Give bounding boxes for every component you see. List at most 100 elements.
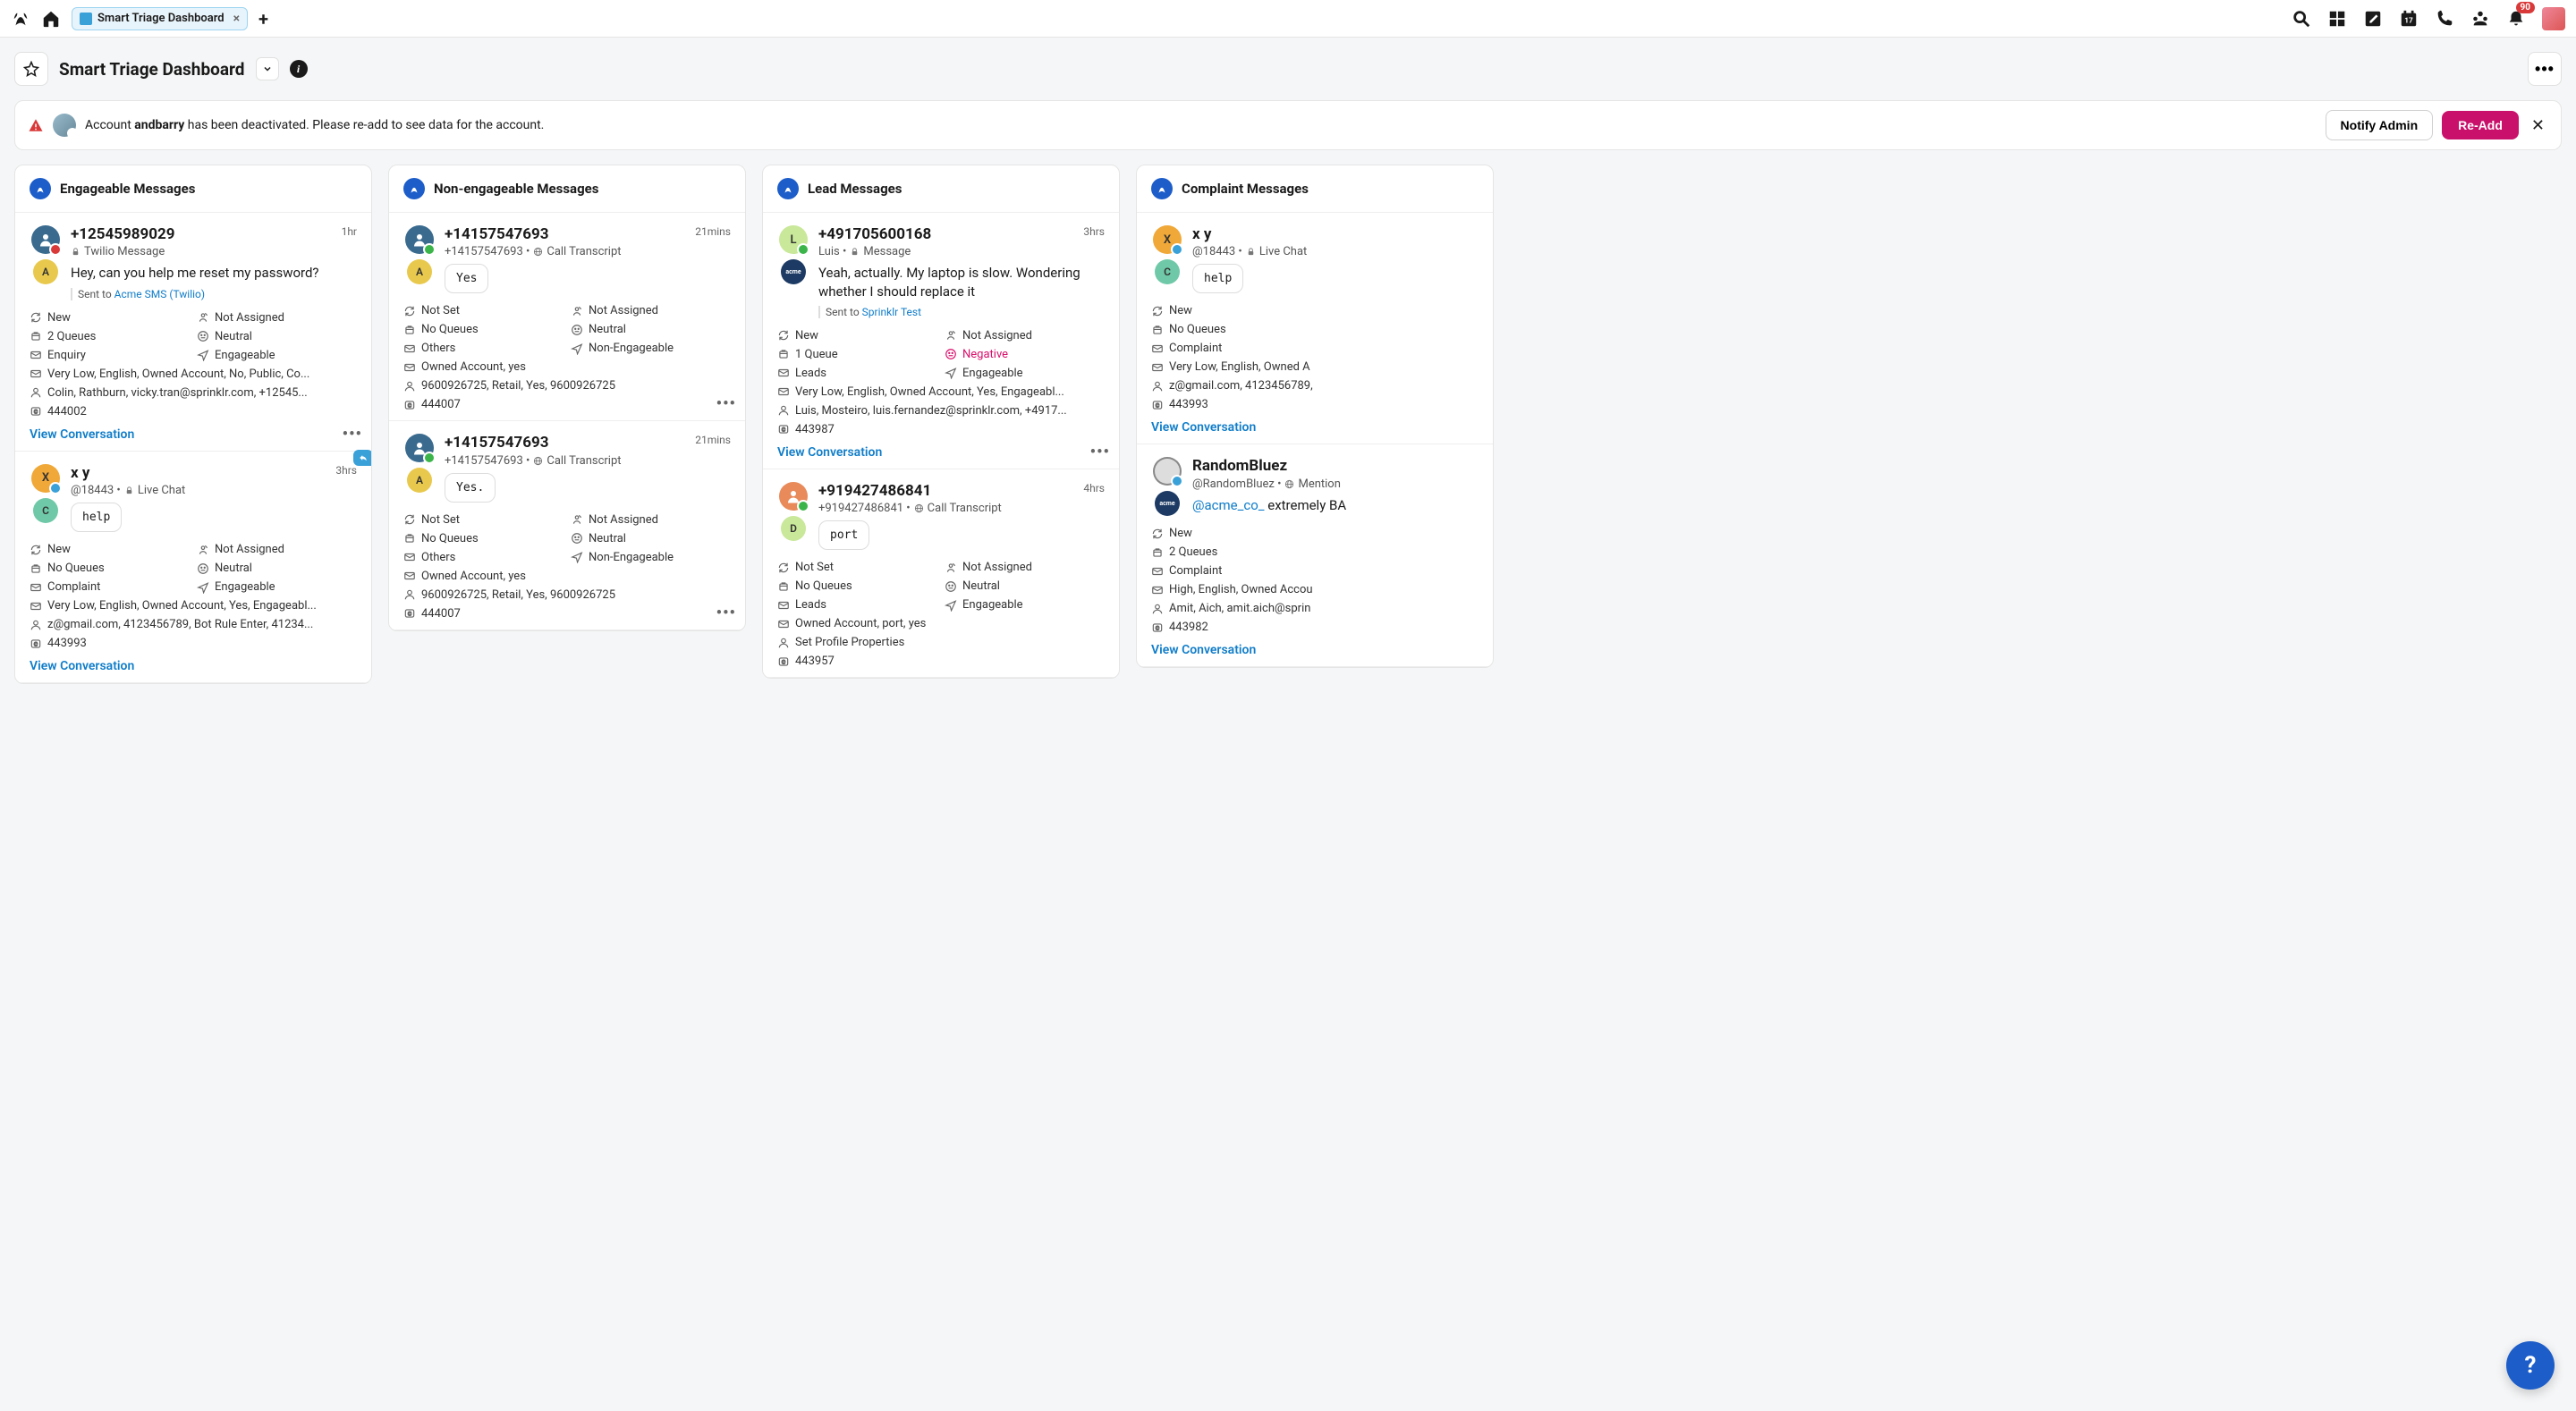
globe-icon: [533, 247, 543, 257]
meta-icon: [571, 305, 583, 317]
avatar: acme: [1155, 491, 1180, 516]
favorite-button[interactable]: [14, 52, 48, 86]
message-card[interactable]: A +14157547693 21mins +14157547693 • Cal…: [389, 213, 745, 421]
meta-icon: C: [30, 405, 42, 418]
column: Complaint Messages XC x y @18443 • Live …: [1136, 165, 1494, 668]
avatar: X: [1153, 225, 1182, 254]
meta-icon: [777, 637, 790, 649]
meta-icon: [1151, 565, 1164, 578]
view-conversation-link[interactable]: View Conversation: [1151, 420, 1256, 435]
view-conversation-link[interactable]: View Conversation: [30, 659, 134, 673]
avatar: A: [33, 259, 58, 284]
message-card[interactable]: XC x y 3hrs @18443 • Live Chat help NewN…: [15, 452, 371, 683]
message-text: @acme_co_ extremely BA: [1192, 496, 1479, 514]
message-card[interactable]: Lacme +491705600168 3hrs Luis • Message …: [763, 213, 1119, 469]
meta-icon: [403, 551, 416, 563]
view-conversation-link[interactable]: View Conversation: [30, 427, 134, 442]
meta-item: New: [1151, 527, 1479, 540]
meta-item: Very Low, English, Owned Account, Yes, E…: [777, 385, 1105, 399]
svg-text:C: C: [34, 640, 38, 647]
readd-button[interactable]: Re-Add: [2442, 111, 2519, 139]
compose-icon[interactable]: [2363, 9, 2383, 29]
lock-icon: [850, 247, 860, 257]
meta-item: No Queues: [1151, 323, 1479, 336]
message-card[interactable]: acme RandomBluez @RandomBluez • Mention …: [1137, 444, 1493, 667]
avatar: L: [779, 225, 808, 254]
avatar: D: [781, 516, 806, 541]
user-avatar[interactable]: [2542, 7, 2565, 30]
team-icon[interactable]: [2470, 9, 2490, 29]
card-more-icon[interactable]: •••: [343, 425, 362, 444]
help-fab[interactable]: ?: [2506, 1341, 2555, 1390]
meta-icon: [1151, 305, 1164, 317]
message-card[interactable]: A +14157547693 21mins +14157547693 • Cal…: [389, 421, 745, 629]
meta-icon: C: [777, 423, 790, 435]
meta-item: New: [30, 543, 190, 556]
kanban-board: Engageable Messages A +12545989029 1hr T…: [0, 165, 2576, 698]
meta-icon: [777, 367, 790, 379]
card-title: +919427486841: [818, 482, 931, 500]
meta-icon: [30, 368, 42, 380]
card-title: +491705600168: [818, 225, 931, 243]
card-more-icon[interactable]: •••: [1090, 443, 1110, 461]
card-subtitle: +919427486841 • Call Transcript: [818, 502, 1105, 515]
meta-grid: NewNot AssignedNo QueuesNeutralComplaint…: [30, 543, 357, 650]
meta-item: Not Assigned: [197, 543, 357, 556]
sent-to-link[interactable]: Acme SMS (Twilio): [114, 288, 205, 300]
alert-close-icon[interactable]: ✕: [2528, 113, 2548, 139]
title-dropdown[interactable]: [256, 57, 279, 80]
phone-icon[interactable]: [2435, 9, 2454, 29]
card-time: 21mins: [695, 225, 731, 238]
meta-item: Very Low, English, Owned Account, Yes, E…: [30, 599, 357, 613]
meta-grid: NewNot Assigned2 QueuesNeutralEnquiryEng…: [30, 311, 357, 418]
meta-icon: C: [1151, 621, 1164, 634]
meta-icon: [30, 386, 42, 399]
mention-link[interactable]: @acme_co_: [1192, 497, 1265, 513]
home-icon[interactable]: [41, 9, 61, 29]
view-conversation-link[interactable]: View Conversation: [1151, 643, 1256, 657]
meta-icon: [945, 599, 957, 612]
info-icon[interactable]: i: [290, 60, 308, 78]
tab-active[interactable]: Smart Triage Dashboard ×: [72, 7, 248, 30]
avatar: A: [407, 259, 432, 284]
meta-item: Engageable: [197, 349, 357, 362]
meta-icon: [30, 311, 42, 324]
apps-grid-icon[interactable]: [2327, 9, 2347, 29]
meta-icon: [197, 311, 209, 324]
meta-item: Non-Engageable: [571, 342, 731, 355]
meta-item: 9600926725, Retail, Yes, 9600926725: [403, 588, 731, 602]
meta-icon: [777, 329, 790, 342]
meta-item: New: [30, 311, 190, 325]
message-card[interactable]: D +919427486841 4hrs +919427486841 • Cal…: [763, 469, 1119, 678]
sent-to-link[interactable]: Sprinklr Test: [862, 306, 921, 318]
card-title: +14157547693: [445, 225, 549, 243]
globe-icon: [914, 503, 924, 513]
meta-icon: [571, 532, 583, 545]
meta-item: Negative: [945, 348, 1105, 361]
meta-item: Neutral: [945, 579, 1105, 593]
meta-icon: [1151, 584, 1164, 596]
search-icon[interactable]: [2292, 9, 2311, 29]
meta-grid: NewNot Assigned1 QueueNegativeLeadsEngag…: [777, 329, 1105, 436]
message-card[interactable]: XC x y @18443 • Live Chat help NewNo Que…: [1137, 213, 1493, 444]
bell-icon[interactable]: 90: [2506, 9, 2526, 29]
card-more-icon[interactable]: •••: [716, 394, 736, 413]
meta-grid: Not SetNot AssignedNo QueuesNeutralOther…: [403, 304, 731, 411]
column-header: Lead Messages: [763, 165, 1119, 213]
message-card[interactable]: A +12545989029 1hr Twilio Message Hey, c…: [15, 213, 371, 452]
meta-item: No Queues: [403, 532, 564, 545]
meta-icon: [571, 324, 583, 336]
card-more-icon[interactable]: •••: [716, 604, 736, 622]
card-subtitle: @18443 • Live Chat: [1192, 245, 1479, 258]
view-conversation-link[interactable]: View Conversation: [777, 445, 882, 460]
add-tab-button[interactable]: +: [258, 8, 268, 30]
meta-item: No Queues: [30, 562, 190, 575]
meta-icon: [1151, 528, 1164, 540]
tab-close-icon[interactable]: ×: [233, 12, 240, 26]
card-subtitle: Twilio Message: [71, 245, 357, 258]
notify-admin-button[interactable]: Notify Admin: [2326, 110, 2434, 140]
calendar-icon[interactable]: 17: [2399, 9, 2419, 29]
meta-icon: [945, 367, 957, 379]
column-title: Complaint Messages: [1182, 181, 1309, 197]
page-more-button[interactable]: •••: [2528, 52, 2562, 86]
